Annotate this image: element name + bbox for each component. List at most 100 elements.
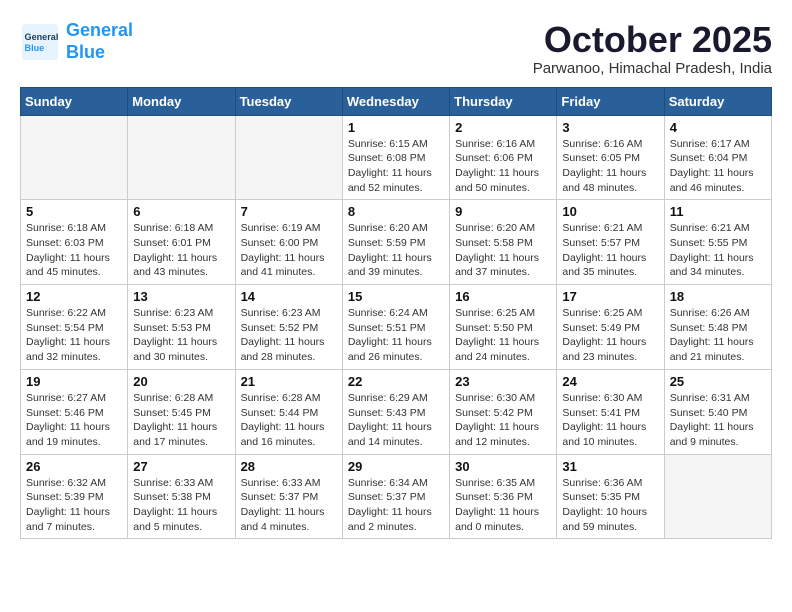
day-number: 23 xyxy=(455,374,551,389)
calendar-cell: 4 Sunrise: 6:17 AM Sunset: 6:04 PM Daylig… xyxy=(664,115,771,200)
calendar-cell: 18Sunrise: 6:26 AM Sunset: 5:48 PM Dayli… xyxy=(664,285,771,370)
month-title: October 2025 xyxy=(533,20,772,60)
day-number: 25 xyxy=(670,374,766,389)
day-number: 8 xyxy=(348,204,444,219)
calendar-cell: 10Sunrise: 6:21 AM Sunset: 5:57 PM Dayli… xyxy=(557,200,664,285)
cell-info: Sunrise: 6:30 AM Sunset: 5:42 PM Dayligh… xyxy=(455,391,551,450)
cell-info: Sunrise: 6:34 AM Sunset: 5:37 PM Dayligh… xyxy=(348,476,444,535)
calendar-cell: 23 Sunrise: 6:30 AM Sunset: 5:42 PM Dayli… xyxy=(450,369,557,454)
day-number: 3 xyxy=(562,120,658,135)
day-number: 28 xyxy=(241,459,337,474)
title-section: October 2025 Parwanoo, Himachal Pradesh,… xyxy=(533,20,772,77)
cell-info: Sunrise: 6:24 AM Sunset: 5:51 PM Dayligh… xyxy=(348,306,444,365)
calendar-cell: 2 Sunrise: 6:16 AM Sunset: 6:06 PM Daylig… xyxy=(450,115,557,200)
logo-text: General Blue xyxy=(66,20,133,63)
cell-info: Sunrise: 6:17 AM Sunset: 6:04 PM Dayligh… xyxy=(670,137,766,196)
day-number: 29 xyxy=(348,459,444,474)
calendar-cell: 30Sunrise: 6:35 AM Sunset: 5:36 PM Dayli… xyxy=(450,454,557,539)
day-number: 2 xyxy=(455,120,551,135)
header-friday: Friday xyxy=(557,87,664,115)
day-number: 31 xyxy=(562,459,658,474)
header-saturday: Saturday xyxy=(664,87,771,115)
calendar-cell: 9 Sunrise: 6:20 AM Sunset: 5:58 PM Daylig… xyxy=(450,200,557,285)
day-number: 27 xyxy=(133,459,229,474)
svg-text:General: General xyxy=(25,32,59,42)
cell-info: Sunrise: 6:36 AM Sunset: 5:35 PM Dayligh… xyxy=(562,476,658,535)
calendar-header-row: SundayMondayTuesdayWednesdayThursdayFrid… xyxy=(21,87,772,115)
day-number: 9 xyxy=(455,204,551,219)
day-number: 24 xyxy=(562,374,658,389)
cell-info: Sunrise: 6:28 AM Sunset: 5:45 PM Dayligh… xyxy=(133,391,229,450)
day-number: 16 xyxy=(455,289,551,304)
cell-info: Sunrise: 6:20 AM Sunset: 5:58 PM Dayligh… xyxy=(455,221,551,280)
day-number: 15 xyxy=(348,289,444,304)
cell-info: Sunrise: 6:27 AM Sunset: 5:46 PM Dayligh… xyxy=(26,391,122,450)
calendar-cell: 28 Sunrise: 6:33 AM Sunset: 5:37 PM Dayli… xyxy=(235,454,342,539)
calendar-cell: 22Sunrise: 6:29 AM Sunset: 5:43 PM Dayli… xyxy=(342,369,449,454)
cell-info: Sunrise: 6:25 AM Sunset: 5:50 PM Dayligh… xyxy=(455,306,551,365)
day-number: 20 xyxy=(133,374,229,389)
cell-info: Sunrise: 6:15 AM Sunset: 6:08 PM Dayligh… xyxy=(348,137,444,196)
cell-info: Sunrise: 6:23 AM Sunset: 5:52 PM Dayligh… xyxy=(241,306,337,365)
cell-info: Sunrise: 6:23 AM Sunset: 5:53 PM Dayligh… xyxy=(133,306,229,365)
day-number: 5 xyxy=(26,204,122,219)
cell-info: Sunrise: 6:18 AM Sunset: 6:03 PM Dayligh… xyxy=(26,221,122,280)
calendar-cell: 24Sunrise: 6:30 AM Sunset: 5:41 PM Dayli… xyxy=(557,369,664,454)
calendar-cell: 29 Sunrise: 6:34 AM Sunset: 5:37 PM Dayli… xyxy=(342,454,449,539)
calendar-cell: 12 Sunrise: 6:22 AM Sunset: 5:54 PM Dayli… xyxy=(21,285,128,370)
calendar-week-row: 5 Sunrise: 6:18 AM Sunset: 6:03 PM Daylig… xyxy=(21,200,772,285)
cell-info: Sunrise: 6:16 AM Sunset: 6:06 PM Dayligh… xyxy=(455,137,551,196)
header-tuesday: Tuesday xyxy=(235,87,342,115)
calendar-cell: 19Sunrise: 6:27 AM Sunset: 5:46 PM Dayli… xyxy=(21,369,128,454)
header-wednesday: Wednesday xyxy=(342,87,449,115)
cell-info: Sunrise: 6:25 AM Sunset: 5:49 PM Dayligh… xyxy=(562,306,658,365)
calendar-cell: 11Sunrise: 6:21 AM Sunset: 5:55 PM Dayli… xyxy=(664,200,771,285)
header-monday: Monday xyxy=(128,87,235,115)
calendar-cell xyxy=(21,115,128,200)
calendar-week-row: 12 Sunrise: 6:22 AM Sunset: 5:54 PM Dayli… xyxy=(21,285,772,370)
calendar-cell: 1 Sunrise: 6:15 AM Sunset: 6:08 PM Daylig… xyxy=(342,115,449,200)
day-number: 6 xyxy=(133,204,229,219)
header-thursday: Thursday xyxy=(450,87,557,115)
logo-line1: General xyxy=(66,20,133,40)
calendar-cell: 13Sunrise: 6:23 AM Sunset: 5:53 PM Dayli… xyxy=(128,285,235,370)
cell-info: Sunrise: 6:22 AM Sunset: 5:54 PM Dayligh… xyxy=(26,306,122,365)
calendar-cell: 25 Sunrise: 6:31 AM Sunset: 5:40 PM Dayli… xyxy=(664,369,771,454)
day-number: 10 xyxy=(562,204,658,219)
calendar-cell: 5 Sunrise: 6:18 AM Sunset: 6:03 PM Daylig… xyxy=(21,200,128,285)
calendar-cell xyxy=(664,454,771,539)
calendar-cell: 6 Sunrise: 6:18 AM Sunset: 6:01 PM Daylig… xyxy=(128,200,235,285)
day-number: 1 xyxy=(348,120,444,135)
cell-info: Sunrise: 6:35 AM Sunset: 5:36 PM Dayligh… xyxy=(455,476,551,535)
calendar-cell: 26Sunrise: 6:32 AM Sunset: 5:39 PM Dayli… xyxy=(21,454,128,539)
calendar-week-row: 19Sunrise: 6:27 AM Sunset: 5:46 PM Dayli… xyxy=(21,369,772,454)
cell-info: Sunrise: 6:31 AM Sunset: 5:40 PM Dayligh… xyxy=(670,391,766,450)
day-number: 21 xyxy=(241,374,337,389)
day-number: 12 xyxy=(26,289,122,304)
cell-info: Sunrise: 6:19 AM Sunset: 6:00 PM Dayligh… xyxy=(241,221,337,280)
cell-info: Sunrise: 6:33 AM Sunset: 5:37 PM Dayligh… xyxy=(241,476,337,535)
calendar-week-row: 1 Sunrise: 6:15 AM Sunset: 6:08 PM Daylig… xyxy=(21,115,772,200)
logo-line2: Blue xyxy=(66,42,105,62)
day-number: 17 xyxy=(562,289,658,304)
page-header: General Blue General Blue October 2025 P… xyxy=(20,20,772,77)
calendar-cell: 21 Sunrise: 6:28 AM Sunset: 5:44 PM Dayli… xyxy=(235,369,342,454)
day-number: 4 xyxy=(670,120,766,135)
day-number: 26 xyxy=(26,459,122,474)
cell-info: Sunrise: 6:18 AM Sunset: 6:01 PM Dayligh… xyxy=(133,221,229,280)
cell-info: Sunrise: 6:16 AM Sunset: 6:05 PM Dayligh… xyxy=(562,137,658,196)
cell-info: Sunrise: 6:33 AM Sunset: 5:38 PM Dayligh… xyxy=(133,476,229,535)
cell-info: Sunrise: 6:28 AM Sunset: 5:44 PM Dayligh… xyxy=(241,391,337,450)
calendar-cell: 27 Sunrise: 6:33 AM Sunset: 5:38 PM Dayli… xyxy=(128,454,235,539)
calendar-cell: 8 Sunrise: 6:20 AM Sunset: 5:59 PM Daylig… xyxy=(342,200,449,285)
day-number: 7 xyxy=(241,204,337,219)
calendar-cell: 14 Sunrise: 6:23 AM Sunset: 5:52 PM Dayli… xyxy=(235,285,342,370)
header-sunday: Sunday xyxy=(21,87,128,115)
day-number: 11 xyxy=(670,204,766,219)
logo-icon: General Blue xyxy=(20,22,60,62)
day-number: 14 xyxy=(241,289,337,304)
day-number: 22 xyxy=(348,374,444,389)
location: Parwanoo, Himachal Pradesh, India xyxy=(533,60,772,77)
day-number: 18 xyxy=(670,289,766,304)
cell-info: Sunrise: 6:20 AM Sunset: 5:59 PM Dayligh… xyxy=(348,221,444,280)
